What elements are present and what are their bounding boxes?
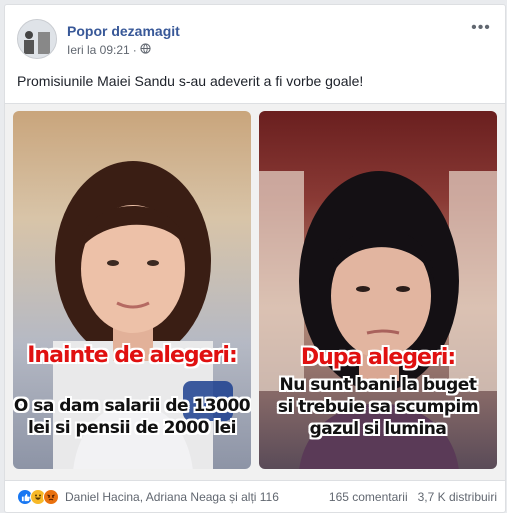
- before-line-1: O sa dam salarii de 13000: [13, 396, 251, 416]
- after-line-3: gazul si lumina: [309, 419, 447, 439]
- reactors-text[interactable]: Daniel Hacina, Adriana Neaga și alți 116: [65, 490, 279, 504]
- after-line-1: Nu sunt bani la buget: [279, 375, 477, 395]
- before-heading: Inainte de alegeri:: [27, 343, 238, 368]
- post-image[interactable]: Inainte de alegeri: O sa dam salarii de …: [5, 103, 505, 481]
- reaction-icons[interactable]: [17, 489, 59, 505]
- post-card: Popor dezamagit Ieri la 09:21 · ••• Prom…: [4, 4, 506, 513]
- shares-count[interactable]: 3,7 K distribuiri: [418, 490, 497, 504]
- page-avatar[interactable]: [17, 19, 57, 59]
- post-text: Promisiunile Maiei Sandu s-au adeverit a…: [17, 73, 364, 89]
- image-panel-before: Inainte de alegeri: O sa dam salarii de …: [13, 111, 251, 469]
- after-line-2: si trebuie sa scumpim: [277, 397, 479, 417]
- post-timestamp[interactable]: Ieri la 09:21: [67, 43, 130, 57]
- post-header: Popor dezamagit Ieri la 09:21 · •••: [17, 19, 493, 63]
- after-heading: Dupa alegeri:: [300, 345, 456, 370]
- more-options-icon[interactable]: •••: [469, 20, 493, 39]
- globe-icon[interactable]: [140, 43, 151, 57]
- before-line-2: lei si pensii de 2000 lei: [28, 418, 237, 438]
- comments-count[interactable]: 165 comentarii: [329, 490, 408, 504]
- angry-icon[interactable]: [43, 489, 59, 505]
- page-name-link[interactable]: Popor dezamagit: [67, 23, 180, 39]
- post-footer: Daniel Hacina, Adriana Neaga și alți 116…: [17, 489, 497, 505]
- post-meta: Ieri la 09:21 ·: [67, 43, 151, 57]
- image-panel-after: Dupa alegeri: Nu sunt bani la buget si t…: [259, 111, 497, 469]
